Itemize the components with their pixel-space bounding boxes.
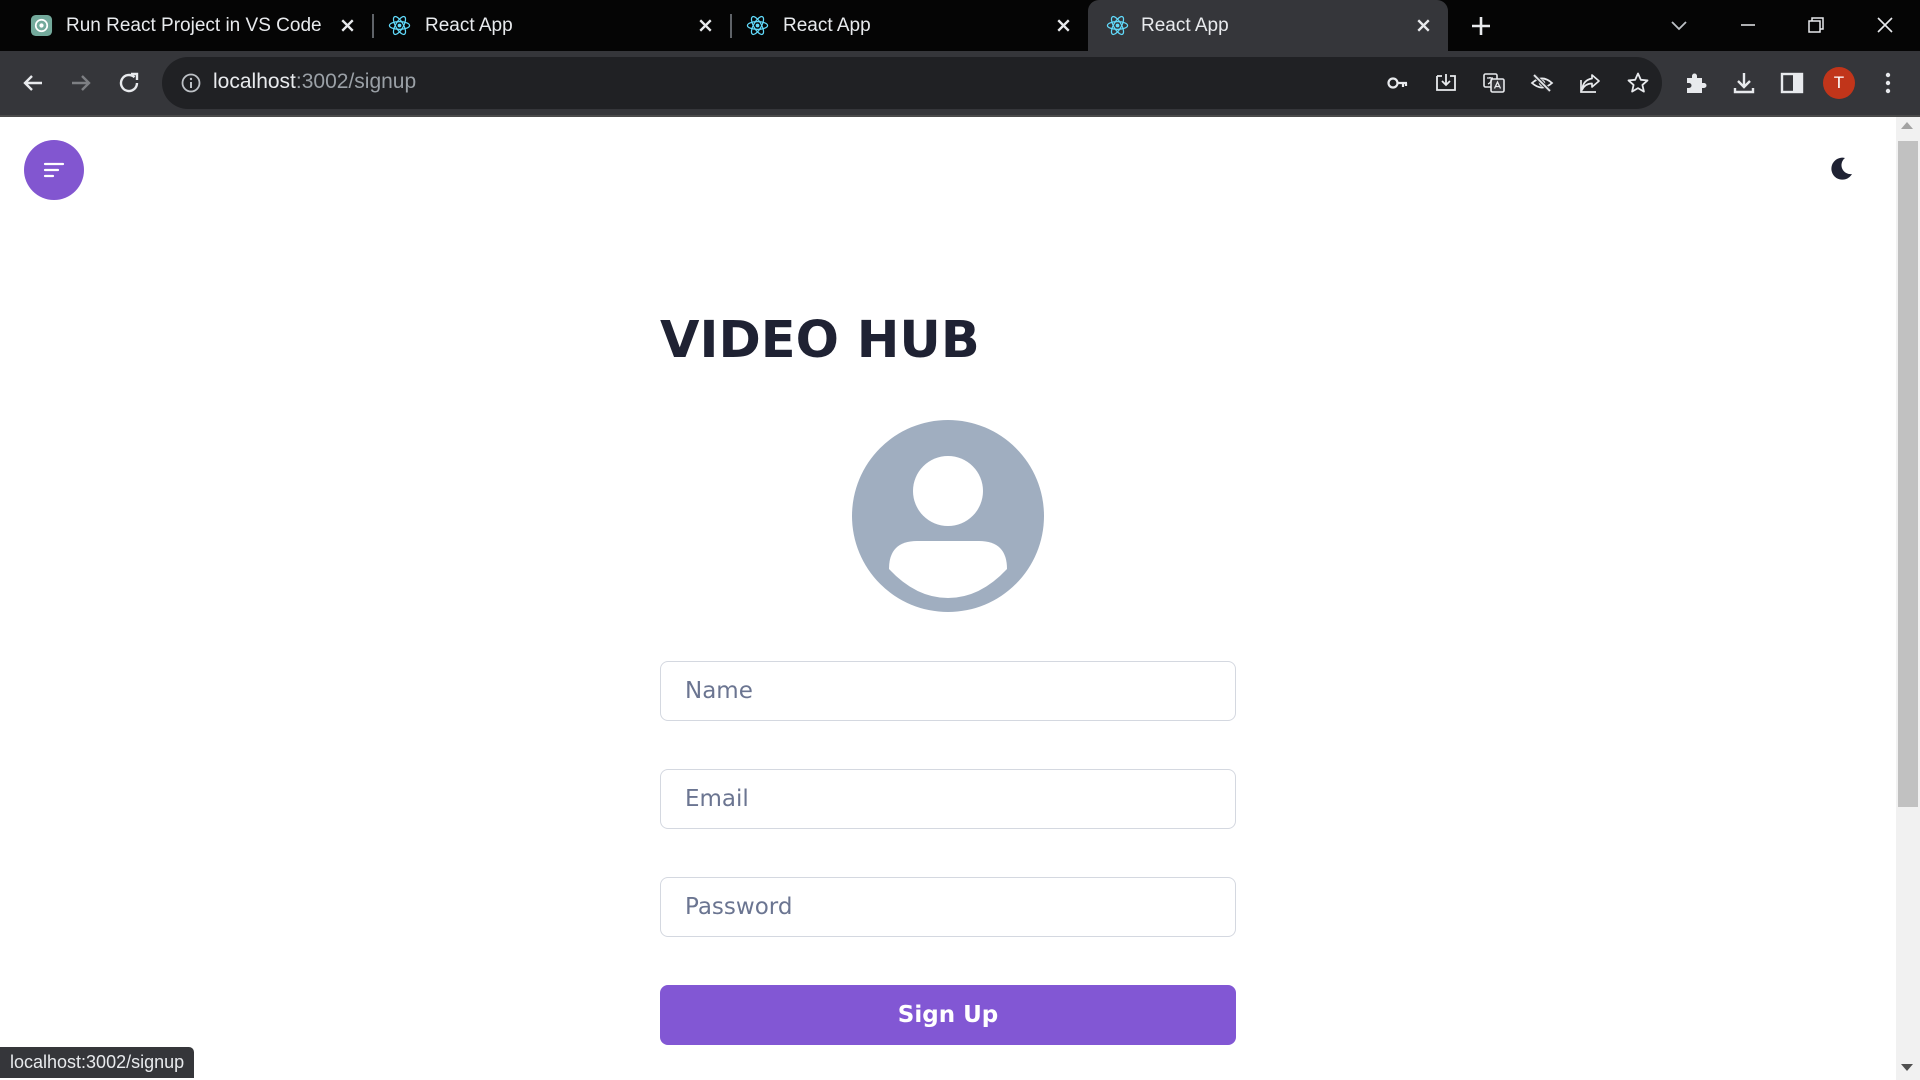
more-menu-icon[interactable] (1874, 69, 1902, 97)
restore-icon[interactable] (1803, 12, 1829, 38)
browser-tab[interactable]: React App (732, 0, 1088, 51)
link-status-bubble: localhost:3002/signup (0, 1047, 195, 1078)
bookmark-star-icon[interactable] (1626, 71, 1650, 95)
name-field[interactable] (660, 661, 1236, 721)
scroll-down-arrow-icon[interactable] (1901, 1064, 1913, 1071)
react-icon (388, 15, 411, 36)
extensions-puzzle-icon[interactable] (1682, 69, 1710, 97)
close-tab-icon[interactable] (1053, 15, 1074, 36)
share-icon[interactable] (1578, 71, 1602, 95)
profile-avatar[interactable]: T (1823, 67, 1855, 99)
scrollbar-thumb[interactable] (1898, 141, 1918, 807)
moon-icon[interactable] (1826, 154, 1856, 184)
close-tab-icon[interactable] (337, 15, 358, 36)
tab-search-chevron-icon[interactable] (1666, 12, 1692, 38)
eye-slash-icon[interactable] (1530, 71, 1554, 95)
minimize-icon[interactable] (1735, 12, 1761, 38)
browser-tab[interactable]: React App (374, 0, 730, 51)
menu-lines-icon (43, 162, 65, 178)
back-arrow-icon[interactable] (18, 68, 48, 98)
email-field[interactable] (660, 769, 1236, 829)
sign-up-button[interactable]: Sign Up (660, 985, 1236, 1045)
browser-toolbar: localhost:3002/signup T (0, 51, 1920, 115)
password-field[interactable] (660, 877, 1236, 937)
new-tab-plus-icon[interactable] (1468, 13, 1494, 39)
chatgpt-icon (30, 14, 53, 37)
install-app-icon[interactable] (1434, 71, 1458, 95)
close-tab-icon[interactable] (695, 15, 716, 36)
key-icon[interactable] (1386, 71, 1410, 95)
tab-title: React App (425, 15, 513, 36)
url-host: localhost (213, 70, 296, 93)
menu-button[interactable] (24, 140, 84, 200)
tab-title: React App (783, 15, 871, 36)
react-icon (1106, 15, 1129, 36)
side-panel-icon[interactable] (1778, 69, 1806, 97)
url-text[interactable]: localhost:3002/signup (213, 70, 416, 94)
signup-page: VIDEO HUB (0, 117, 1896, 1080)
reload-icon[interactable] (114, 68, 144, 98)
scroll-up-arrow-icon[interactable] (1901, 122, 1913, 129)
browser-tab-strip: Run React Project in VS Code React App R… (0, 0, 1920, 51)
url-path: :3002/signup (295, 70, 417, 93)
user-avatar-icon (852, 420, 1044, 612)
downloads-icon[interactable] (1730, 69, 1758, 97)
close-tab-icon[interactable] (1413, 15, 1434, 36)
tab-title: Run React Project in VS Code (66, 15, 322, 36)
translate-icon[interactable] (1482, 71, 1506, 95)
browser-tab-active[interactable]: React App (1088, 0, 1448, 51)
close-window-icon[interactable] (1872, 12, 1898, 38)
browser-tab[interactable]: Run React Project in VS Code (0, 0, 372, 51)
address-bar[interactable]: localhost:3002/signup (162, 57, 1662, 109)
forward-arrow-icon[interactable] (66, 68, 96, 98)
site-info-icon[interactable] (180, 72, 202, 94)
react-icon (746, 15, 769, 36)
tab-title: React App (1141, 15, 1229, 36)
brand-title: VIDEO HUB (660, 311, 980, 370)
